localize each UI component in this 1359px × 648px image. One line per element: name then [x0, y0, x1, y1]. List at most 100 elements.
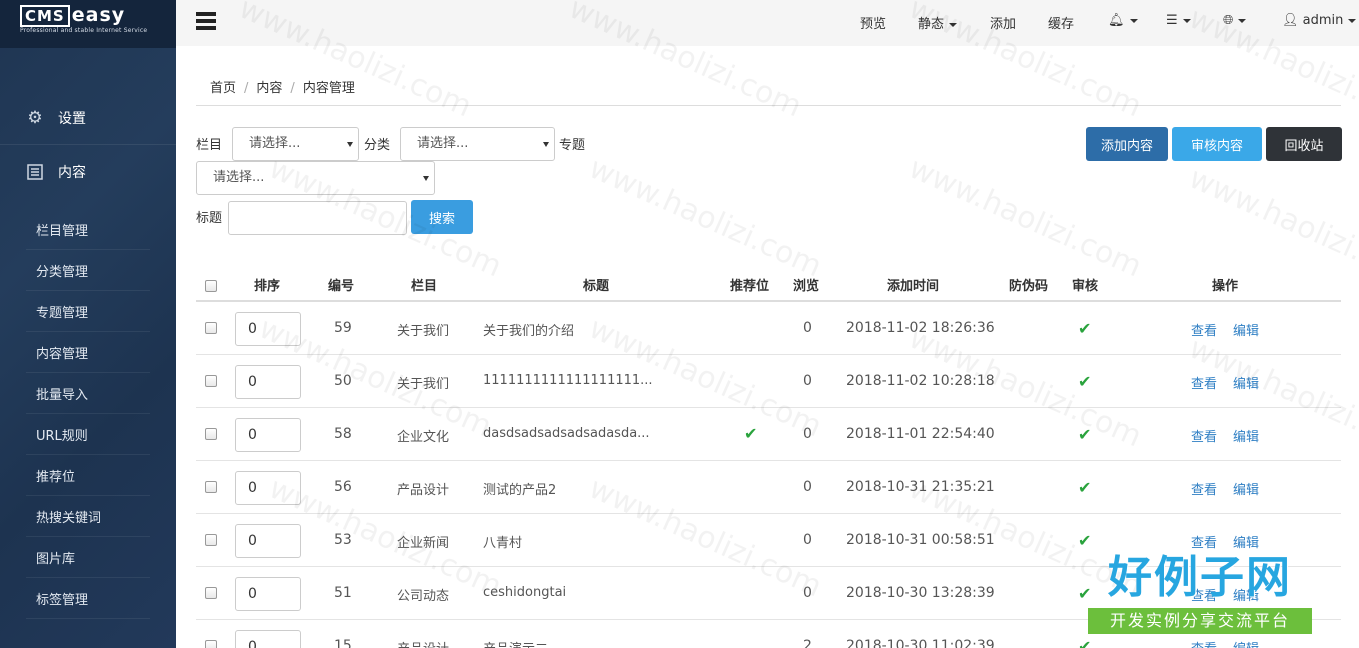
sidebar-item-content-manage[interactable]: 内容管理 — [26, 333, 150, 373]
edit-link[interactable]: 编辑 — [1233, 426, 1259, 445]
row-checkbox[interactable] — [205, 428, 217, 440]
check-icon[interactable]: ✔ — [1078, 637, 1091, 648]
column-select[interactable]: 请选择... — [232, 127, 359, 161]
column-header-column: 栏目 — [411, 279, 438, 294]
chevron-down-icon — [949, 22, 958, 27]
sort-input[interactable]: 0 — [235, 365, 301, 399]
row-column: 公司动态 — [397, 589, 450, 604]
topic-select[interactable]: 请选择... — [196, 161, 435, 195]
brand-subtitle: 开发实例分享交流平台 — [1088, 608, 1312, 634]
nav-cache[interactable]: 缓存 — [1048, 13, 1074, 32]
sidebar-item-category-manage[interactable]: 分类管理 — [26, 251, 150, 291]
row-views: 2 — [803, 638, 812, 648]
breadcrumb-divider — [196, 105, 1341, 106]
sort-input[interactable]: 0 — [235, 471, 301, 505]
recycle-bin-button[interactable]: 回收站 — [1266, 127, 1342, 161]
breadcrumb-home[interactable]: 首页 — [210, 81, 236, 96]
sidebar-section-content[interactable]: 内容 — [0, 150, 176, 194]
sort-input[interactable]: 0 — [235, 577, 301, 611]
nav-add[interactable]: 添加 — [990, 13, 1016, 32]
column-header-security-code: 防伪码 — [1009, 279, 1049, 294]
row-title[interactable]: dasdsadsadsadsadasda... — [483, 426, 650, 441]
view-link[interactable]: 查看 — [1191, 320, 1217, 339]
column-header-actions: 操作 — [1212, 279, 1239, 294]
sidebar-item-column-manage[interactable]: 栏目管理 — [26, 210, 150, 250]
edit-link[interactable]: 编辑 — [1233, 320, 1259, 339]
row-id: 59 — [334, 320, 352, 336]
nav-notifications[interactable]: 🔔︎ — [1108, 13, 1138, 28]
nav-tasks[interactable]: ☰ — [1166, 13, 1191, 28]
row-checkbox[interactable] — [205, 375, 217, 387]
logo[interactable]: CMS easy Professional and stable Internet… — [0, 0, 176, 48]
nav-user[interactable]: 👤︎ admin — [1282, 13, 1357, 28]
review-content-button[interactable]: 审核内容 — [1172, 127, 1262, 161]
sidebar-item-url-rules[interactable]: URL规则 — [26, 415, 150, 455]
row-title[interactable]: 1111111111111111111... — [483, 373, 653, 388]
category-select[interactable]: 请选择... — [400, 127, 555, 161]
row-column: 企业文化 — [397, 430, 450, 445]
row-checkbox[interactable] — [205, 481, 217, 493]
title-label: 标题 — [196, 211, 223, 226]
add-content-button[interactable]: 添加内容 — [1086, 127, 1168, 161]
row-column: 产品设计 — [397, 638, 449, 648]
view-link[interactable]: 查看 — [1191, 638, 1217, 648]
check-icon[interactable]: ✔ — [1078, 478, 1091, 497]
view-link[interactable]: 查看 — [1191, 426, 1217, 445]
edit-link[interactable]: 编辑 — [1233, 479, 1259, 498]
row-added-time: 2018-11-02 10:28:18 — [846, 373, 995, 389]
menu-toggle-icon[interactable] — [196, 12, 216, 30]
row-checkbox[interactable] — [205, 640, 217, 648]
table-row: 0 56 产品设计 测试的产品2 0 2018-10-31 21:35:21 ✔ 查看 编辑 — [196, 461, 1341, 514]
sort-input[interactable]: 0 — [235, 418, 301, 452]
edit-link[interactable]: 编辑 — [1233, 638, 1259, 648]
sidebar-item-topic-manage[interactable]: 专题管理 — [26, 292, 150, 332]
check-icon[interactable]: ✔ — [1078, 319, 1091, 338]
title-search-input[interactable] — [228, 201, 407, 235]
sort-input[interactable]: 0 — [235, 524, 301, 558]
row-title[interactable]: 八青村 — [483, 532, 522, 551]
sidebar-item-tag-manage[interactable]: 标签管理 — [26, 579, 150, 619]
row-checkbox[interactable] — [205, 587, 217, 599]
row-title[interactable]: 测试的产品2 — [483, 479, 556, 498]
row-checkbox[interactable] — [205, 534, 217, 546]
chevron-down-icon — [1348, 18, 1357, 23]
row-id: 51 — [334, 585, 352, 601]
bell-icon: 🔔︎ — [1108, 13, 1125, 28]
row-views: 0 — [803, 532, 812, 548]
list-icon — [26, 163, 44, 181]
row-title[interactable]: 关于我们的介绍 — [483, 320, 574, 339]
logo-tagline: Professional and stable Internet Service — [20, 27, 148, 34]
view-link[interactable]: 查看 — [1191, 373, 1217, 392]
row-title[interactable]: 产品演示二 — [483, 638, 548, 648]
row-title[interactable]: ceshidongtai — [483, 585, 566, 600]
row-views: 0 — [803, 426, 812, 442]
breadcrumb: 首页 / 内容 / 内容管理 — [210, 81, 355, 96]
sidebar-item-batch-import[interactable]: 批量导入 — [26, 374, 150, 414]
view-link[interactable]: 查看 — [1191, 479, 1217, 498]
topic-label: 专题 — [559, 138, 586, 153]
search-button[interactable]: 搜索 — [411, 200, 473, 234]
row-column: 关于我们 — [397, 377, 450, 392]
row-column: 产品设计 — [397, 483, 450, 498]
watermark-text: www.haolizi.com — [903, 150, 1147, 285]
breadcrumb-content[interactable]: 内容 — [256, 81, 282, 96]
sort-input[interactable]: 0 — [235, 630, 301, 648]
check-icon[interactable]: ✔ — [1078, 372, 1091, 391]
check-icon[interactable]: ✔ — [1078, 425, 1091, 444]
row-views: 0 — [803, 320, 812, 336]
gear-icon: ⚙ — [27, 108, 43, 128]
sort-input[interactable]: 0 — [235, 312, 301, 346]
row-checkbox[interactable] — [205, 322, 217, 334]
user-icon: 👤︎ — [1282, 13, 1299, 28]
edit-link[interactable]: 编辑 — [1233, 373, 1259, 392]
sidebar-item-recommend[interactable]: 推荐位 — [26, 456, 150, 496]
select-all-checkbox[interactable] — [205, 280, 217, 292]
nav-preview[interactable]: 预览 — [860, 13, 886, 32]
row-added-time: 2018-11-01 22:54:40 — [846, 426, 995, 442]
sidebar-section-settings[interactable]: ⚙ 设置 — [0, 96, 176, 140]
sidebar-item-image-library[interactable]: 图片库 — [26, 538, 150, 578]
sidebar-section-label: 内容 — [58, 165, 86, 181]
sidebar-item-hot-keywords[interactable]: 热搜关键词 — [26, 497, 150, 537]
nav-language[interactable]: 🌐︎ — [1223, 13, 1247, 28]
nav-static[interactable]: 静态 — [918, 13, 958, 32]
